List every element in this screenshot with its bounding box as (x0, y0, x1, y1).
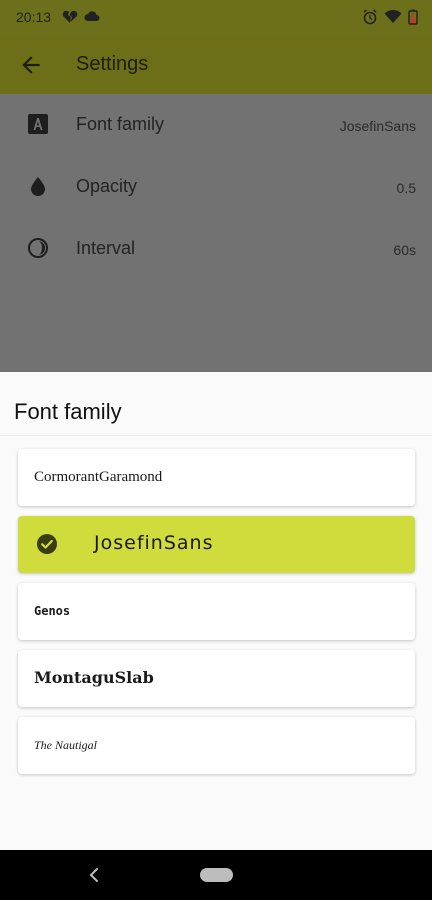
font-option-the-nautigal[interactable]: The Nautigal (18, 717, 415, 774)
font-option-genos[interactable]: Genos (18, 583, 415, 640)
setting-label: Font family (76, 114, 165, 134)
page-title: Settings (76, 53, 149, 75)
font-option-montagu-slab[interactable]: MontaguSlab (18, 650, 415, 707)
setting-value: 0.5 (396, 180, 416, 196)
opacity-drop-icon (31, 177, 45, 196)
font-option-label: CormorantGaramond (34, 469, 163, 485)
setting-interval[interactable]: Interval 60s (0, 218, 432, 280)
alarm-icon (363, 9, 377, 25)
arrow-back-icon[interactable] (18, 52, 44, 78)
interval-half-circle-icon (28, 238, 48, 258)
system-nav-bar (0, 850, 432, 900)
font-option-label: The Nautigal (34, 738, 98, 752)
settings-list: Font family JosefinSans Opacity 0.5 Inte… (0, 94, 432, 372)
font-option-cormorant-garamond[interactable]: CormorantGaramond (18, 449, 415, 506)
font-family-sheet: Font family CormorantGaramond JosefinSan… (0, 372, 432, 850)
broken-heart-icon (62, 10, 78, 23)
nav-back-icon[interactable] (88, 867, 100, 883)
font-option-label: MontaguSlab (34, 668, 154, 687)
setting-font-family[interactable]: Font family JosefinSans (0, 94, 432, 156)
font-icon (28, 114, 48, 134)
setting-label: Interval (76, 238, 136, 258)
sheet-title: Font family (14, 399, 122, 424)
font-option-label: JosefinSans (94, 532, 214, 554)
status-time: 20:13 (16, 9, 52, 25)
setting-label: Opacity (76, 176, 138, 196)
battery-low-icon (408, 9, 418, 25)
cloud-icon (84, 11, 100, 21)
font-option-label: Genos (34, 604, 71, 618)
wifi-icon (384, 10, 402, 23)
font-option-josefin-sans[interactable]: JosefinSans (18, 516, 415, 573)
sheet-divider (0, 435, 432, 436)
app-bar: Settings (0, 36, 432, 94)
setting-opacity[interactable]: Opacity 0.5 (0, 156, 432, 218)
setting-value: 60s (393, 242, 416, 258)
status-bar: 20:13 (0, 0, 432, 36)
check-circle-icon (37, 534, 57, 554)
setting-value: JosefinSans (339, 118, 416, 134)
nav-home-pill-icon[interactable] (200, 868, 233, 882)
